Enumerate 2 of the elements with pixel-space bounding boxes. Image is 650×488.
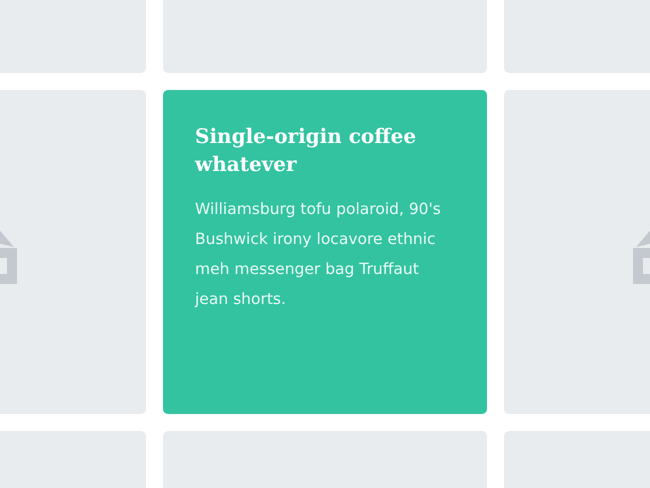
card-description: Williamsburg tofu polaroid, 90's Bushwick irony locavore ethnic meh messenger bag Truffaut jean shorts. (195, 199, 442, 310)
card-title: Single-origin coffee whatever (195, 123, 418, 178)
